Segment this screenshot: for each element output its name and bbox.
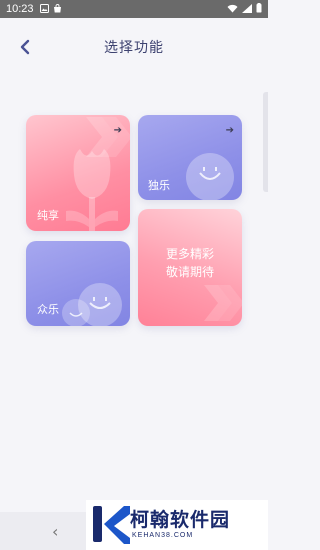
wifi-icon: [227, 3, 238, 16]
status-time: 10:23: [6, 3, 34, 15]
signal-icon: [242, 3, 252, 16]
coming-soon-line-1: 更多精彩: [165, 247, 214, 261]
side-drawer-handle[interactable]: [263, 92, 268, 192]
coming-soon-text: 更多精彩 敬请期待: [138, 245, 242, 281]
back-button[interactable]: [14, 36, 36, 58]
card-chunxiang[interactable]: ➔ 纯享: [26, 115, 130, 231]
watermark-brand: 柯翰软件园: [130, 509, 231, 531]
card-dule[interactable]: ➔ 独乐: [138, 115, 242, 200]
nav-back-icon[interactable]: ‹: [52, 522, 58, 541]
card-label: 纯享: [37, 209, 59, 222]
card-label: 众乐: [37, 303, 59, 316]
battery-icon: [256, 2, 262, 16]
header: 选择功能: [0, 18, 268, 76]
bag-icon: [53, 3, 62, 16]
watermark-logo: [93, 506, 130, 544]
card-zhongle[interactable]: 众乐: [26, 241, 130, 326]
watermark-domain: KEHAN38.COM: [132, 532, 194, 539]
image-icon: [39, 3, 49, 16]
card-label: 独乐: [148, 179, 170, 192]
arrow-right-icon: ➔: [113, 125, 122, 136]
coming-soon-line-2: 敬请期待: [165, 265, 214, 279]
card-more[interactable]: 更多精彩 敬请期待: [138, 209, 242, 326]
arrow-right-icon: ➔: [225, 125, 234, 136]
page-title: 选择功能: [104, 40, 164, 56]
chevron-left-icon: [20, 39, 30, 55]
status-bar: 10:23: [0, 0, 268, 18]
